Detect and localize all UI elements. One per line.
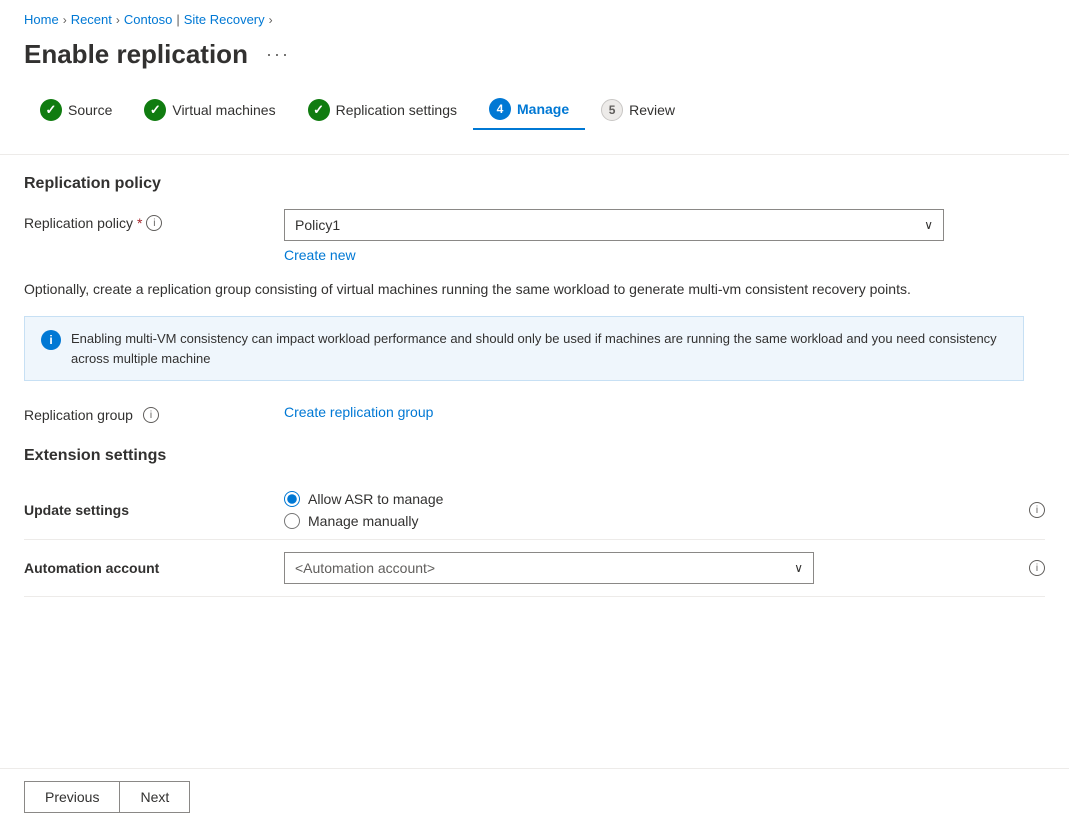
replication-policy-row: Replication policy * i Policy1 ∨ Create … <box>24 209 1045 263</box>
page-title-row: Enable replication ··· <box>0 35 1069 90</box>
step-rep-label: Replication settings <box>336 102 457 118</box>
info-box: i Enabling multi-VM consistency can impa… <box>24 316 1024 381</box>
info-box-icon: i <box>41 330 61 350</box>
replication-group-label: Replication group i <box>24 401 284 423</box>
replication-group-info-icon[interactable]: i <box>143 407 159 423</box>
breadcrumb-separator: | <box>176 12 179 27</box>
allow-asr-radio[interactable] <box>284 491 300 507</box>
ellipsis-button[interactable]: ··· <box>260 42 296 67</box>
replication-policy-control: Policy1 ∨ Create new <box>284 209 1045 263</box>
step-manage-number: 4 <box>497 102 504 116</box>
manage-manually-radio[interactable] <box>284 513 300 529</box>
replication-group-label-text: Replication group <box>24 407 133 423</box>
info-box-text: Enabling multi-VM consistency can impact… <box>71 329 1007 368</box>
description-text: Optionally, create a replication group c… <box>24 279 984 300</box>
extension-settings-title: Extension settings <box>24 447 1045 465</box>
breadcrumb: Home › Recent › Contoso | Site Recovery … <box>0 0 1069 35</box>
automation-account-control: <Automation account> ∨ <box>284 552 1019 584</box>
replication-policy-dropdown[interactable]: Policy1 ∨ <box>284 209 944 241</box>
breadcrumb-home[interactable]: Home <box>24 12 59 27</box>
breadcrumb-site-recovery[interactable]: Site Recovery <box>184 12 265 27</box>
breadcrumb-contoso[interactable]: Contoso <box>124 12 172 27</box>
step-manage-circle: 4 <box>489 98 511 120</box>
step-review-circle: 5 <box>601 99 623 121</box>
automation-account-placeholder: <Automation account> <box>295 560 435 576</box>
breadcrumb-chevron-2: › <box>116 13 120 27</box>
checkmark-icon-3: ✓ <box>313 102 324 118</box>
manage-manually-label: Manage manually <box>308 513 419 529</box>
step-source[interactable]: ✓ Source <box>24 91 128 129</box>
replication-policy-label-text: Replication policy <box>24 215 133 231</box>
page-title: Enable replication <box>24 39 248 70</box>
footer: Previous Next <box>0 768 1069 825</box>
create-new-link[interactable]: Create new <box>284 247 356 263</box>
replication-policy-label: Replication policy * i <box>24 209 284 231</box>
step-source-circle: ✓ <box>40 99 62 121</box>
automation-account-label: Automation account <box>24 560 284 576</box>
automation-account-row: Automation account <Automation account> … <box>24 540 1045 597</box>
allow-asr-label: Allow ASR to manage <box>308 491 443 507</box>
step-virtual-machines[interactable]: ✓ Virtual machines <box>128 91 291 129</box>
automation-account-dropdown[interactable]: <Automation account> ∨ <box>284 552 814 584</box>
breadcrumb-chevron-3: › <box>269 13 273 27</box>
step-review[interactable]: 5 Review <box>585 91 691 129</box>
content-area: Replication policy Replication policy * … <box>0 155 1069 617</box>
next-button[interactable]: Next <box>119 781 190 813</box>
replication-policy-section-title: Replication policy <box>24 175 1045 193</box>
checkmark-icon: ✓ <box>46 102 57 118</box>
step-review-number: 5 <box>609 103 616 117</box>
update-settings-controls: Allow ASR to manage Manage manually <box>284 491 1019 529</box>
replication-policy-info-icon[interactable]: i <box>146 215 162 231</box>
replication-policy-value: Policy1 <box>295 217 340 233</box>
step-manage[interactable]: 4 Manage <box>473 90 585 130</box>
automation-chevron-down-icon: ∨ <box>794 561 803 575</box>
step-source-label: Source <box>68 102 112 118</box>
breadcrumb-chevron-1: › <box>63 13 67 27</box>
required-indicator: * <box>137 215 142 231</box>
update-settings-row: Update settings Allow ASR to manage Mana… <box>24 481 1045 540</box>
step-manage-label: Manage <box>517 101 569 117</box>
breadcrumb-recent[interactable]: Recent <box>71 12 112 27</box>
automation-account-info-icon[interactable]: i <box>1029 560 1045 576</box>
step-replication-settings[interactable]: ✓ Replication settings <box>292 91 473 129</box>
chevron-down-icon: ∨ <box>924 218 933 232</box>
step-rep-circle: ✓ <box>308 99 330 121</box>
update-settings-info-icon[interactable]: i <box>1029 502 1045 518</box>
previous-button[interactable]: Previous <box>24 781 119 813</box>
step-review-label: Review <box>629 102 675 118</box>
step-vm-label: Virtual machines <box>172 102 275 118</box>
step-vm-circle: ✓ <box>144 99 166 121</box>
replication-group-row: Replication group i Create replication g… <box>24 401 1045 423</box>
manage-manually-radio-row[interactable]: Manage manually <box>284 513 1019 529</box>
create-replication-group-link[interactable]: Create replication group <box>284 404 433 420</box>
allow-asr-radio-row[interactable]: Allow ASR to manage <box>284 491 1019 507</box>
wizard-steps: ✓ Source ✓ Virtual machines ✓ Replicatio… <box>0 90 1069 155</box>
checkmark-icon-2: ✓ <box>150 102 161 118</box>
update-settings-label: Update settings <box>24 502 284 518</box>
